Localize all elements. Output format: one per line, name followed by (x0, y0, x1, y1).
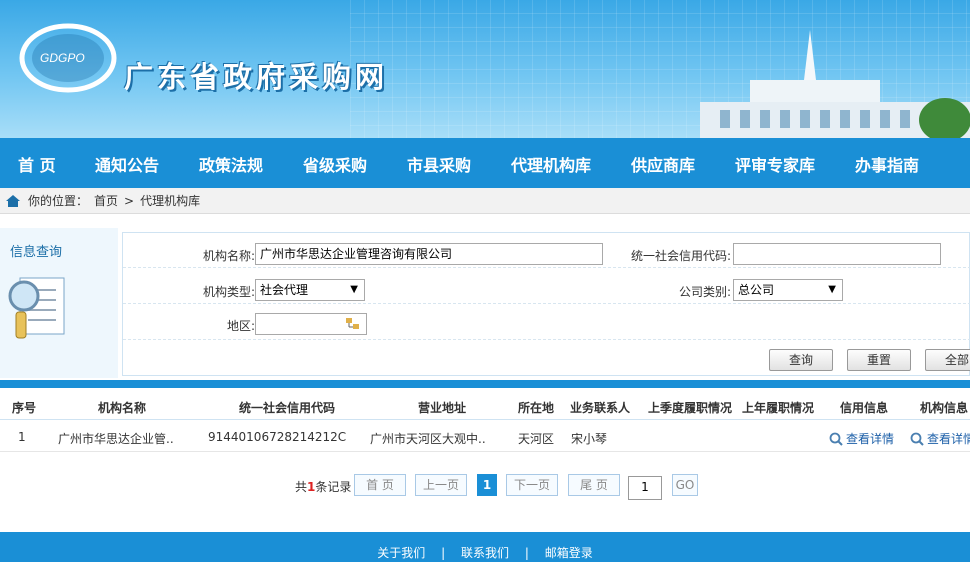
cell-org-name[interactable]: 广州市华思达企业管.. (58, 430, 174, 447)
chevron-down-icon: ▼ (350, 284, 358, 295)
footer-mail-link[interactable]: 邮箱登录 (545, 546, 593, 560)
table-header: 序号 机构名称 统一社会信用代码 营业地址 所在地 业务联系人 上季度履职情况 … (0, 392, 970, 420)
footer-contact-link[interactable]: 联系我们 (461, 546, 509, 560)
col-index: 序号 (12, 401, 37, 415)
org-info-link[interactable]: 查看详情 (910, 430, 970, 447)
magnifier-icon (910, 432, 924, 446)
cell-contact: 宋小琴 (571, 432, 608, 446)
gdgpo-logo[interactable]: GDGPO (18, 20, 120, 96)
org-info-text: 查看详情 (927, 432, 970, 446)
breadcrumb: 你的位置： 首页 > 代理机构库 (0, 188, 970, 214)
credit-code-label: 统一社会信用代码: (631, 249, 732, 263)
table-top-bar (0, 380, 970, 388)
current-page[interactable]: 1 (477, 474, 497, 496)
cell-credit-code: 91440106728214212C (208, 430, 347, 444)
company-type-label: 公司类别: (679, 285, 732, 299)
org-name-label: 机构名称: (203, 249, 256, 263)
cell-address: 广州市天河区大观中.. (370, 432, 486, 446)
last-page-button[interactable]: 尾 页 (568, 474, 620, 496)
page-number-input[interactable]: 1 (628, 476, 662, 500)
cell-index: 1 (18, 430, 26, 444)
col-credit-code: 统一社会信用代码 (239, 401, 336, 415)
org-type-value: 社会代理 (260, 283, 309, 297)
chevron-down-icon: ▼ (828, 284, 836, 295)
query-button[interactable]: 查询 (769, 349, 833, 371)
org-type-select[interactable]: 社会代理 ▼ (255, 279, 365, 301)
nav-guide[interactable]: 办事指南 (855, 152, 919, 176)
site-title: 广东省政府采购网 (124, 60, 389, 94)
nav-provincial-procurement[interactable]: 省级采购 (303, 152, 367, 176)
footer-separator: | (524, 546, 529, 560)
total-suffix: 条记录 (315, 480, 352, 494)
footer: 关于我们 | 联系我们 | 邮箱登录 (0, 532, 970, 562)
region-input[interactable] (255, 313, 367, 335)
col-address: 营业地址 (418, 401, 467, 415)
nav-expert-library[interactable]: 评审专家库 (735, 152, 815, 176)
footer-separator: | (441, 546, 446, 560)
col-last-quarter: 上季度履职情况 (648, 401, 733, 415)
total-records: 共1条记录 (295, 478, 351, 495)
credit-code-input[interactable] (733, 243, 941, 265)
company-type-value: 总公司 (738, 283, 775, 297)
main-nav: 首 页 通知公告 政策法规 省级采购 市县采购 代理机构库 供应商库 评审专家库… (0, 138, 970, 188)
org-type-label: 机构类型: (203, 285, 256, 299)
cell-location: 天河区 (518, 432, 555, 446)
header-banner: GDGPO 广东省政府采购网 (0, 0, 970, 138)
col-org-info: 机构信息 (920, 401, 969, 415)
magnifier-icon (829, 432, 843, 446)
first-page-button[interactable]: 首 页 (354, 474, 406, 496)
credit-info-link[interactable]: 查看详情 (829, 430, 894, 447)
query-form: 机构名称: 广州市华思达企业管理咨询有限公司 统一社会信用代码: 机构类型: 社… (122, 232, 970, 376)
row-divider (123, 339, 970, 340)
go-button[interactable]: GO (672, 474, 698, 496)
col-contact: 业务联系人 (570, 401, 631, 415)
reset-button[interactable]: 重置 (847, 349, 911, 371)
nav-city-procurement[interactable]: 市县采购 (407, 152, 471, 176)
pagination: 共1条记录 首 页 上一页 1 下一页 尾 页 1 GO (0, 474, 970, 500)
table-row: 1 广州市华思达企业管.. 91440106728214212C 广州市天河区大… (0, 422, 970, 452)
query-panel: 信息查询 机构名称: 广州市华思达企业管理咨询有限公司 统一社会信用代码: 机构… (0, 228, 970, 380)
next-page-button[interactable]: 下一页 (506, 474, 558, 496)
row-divider (123, 267, 970, 268)
nav-policies[interactable]: 政策法规 (199, 152, 263, 176)
query-side: 信息查询 (0, 228, 118, 378)
breadcrumb-current: 代理机构库 (140, 194, 201, 208)
all-button[interactable]: 全部 (925, 349, 970, 371)
col-last-year: 上年履职情况 (742, 401, 815, 415)
total-prefix: 共 (295, 480, 308, 494)
logo-text: GDGPO (40, 51, 85, 65)
company-type-select[interactable]: 总公司 ▼ (733, 279, 843, 301)
search-document-icon (8, 277, 65, 339)
footer-about-link[interactable]: 关于我们 (377, 546, 425, 560)
building-illustration (700, 30, 970, 138)
nav-home[interactable]: 首 页 (18, 152, 56, 176)
breadcrumb-home[interactable]: 首页 (94, 192, 118, 209)
col-credit-info: 信用信息 (840, 401, 889, 415)
org-name-input[interactable]: 广州市华思达企业管理咨询有限公司 (255, 243, 603, 265)
row-divider (123, 303, 970, 304)
prev-page-button[interactable]: 上一页 (415, 474, 467, 496)
query-title: 信息查询 (10, 245, 63, 260)
col-location: 所在地 (518, 401, 555, 415)
nav-notices[interactable]: 通知公告 (95, 152, 159, 176)
tree-picker-icon[interactable] (346, 318, 360, 330)
nav-supplier-library[interactable]: 供应商库 (631, 152, 695, 176)
breadcrumb-separator: > (124, 193, 135, 208)
credit-info-text: 查看详情 (846, 432, 895, 446)
nav-agency-library[interactable]: 代理机构库 (511, 152, 591, 176)
breadcrumb-prefix: 你的位置： (28, 194, 89, 208)
region-label: 地区: (227, 319, 256, 333)
home-icon (6, 194, 20, 207)
col-org-name: 机构名称 (98, 401, 147, 415)
